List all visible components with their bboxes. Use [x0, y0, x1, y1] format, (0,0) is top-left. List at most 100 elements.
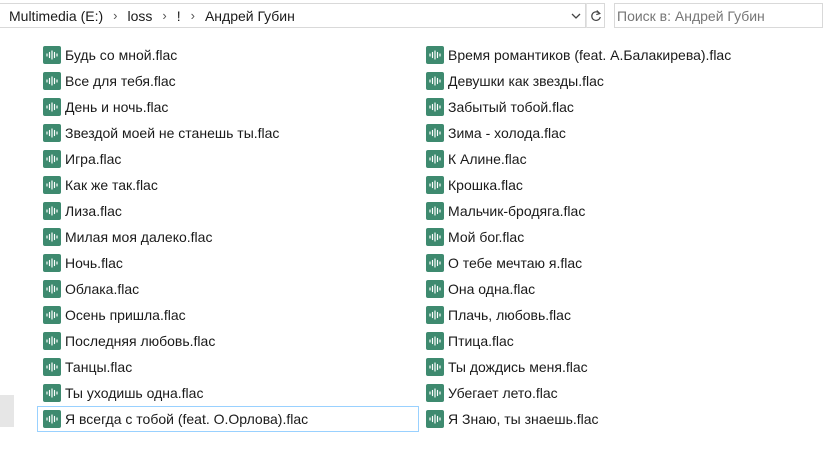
audio-file-icon: [43, 228, 61, 246]
breadcrumb-current-folder[interactable]: Андрей Губин: [201, 8, 299, 24]
file-item[interactable]: Она одна.flac: [420, 276, 820, 302]
audio-file-icon: [426, 332, 444, 350]
file-item[interactable]: Время романтиков (feat. А.Балакирева).fl…: [420, 42, 820, 68]
audio-file-icon: [426, 228, 444, 246]
audio-file-icon: [426, 254, 444, 272]
nav-scrollbar-thumb[interactable]: [0, 395, 14, 427]
file-item[interactable]: К Алине.flac: [420, 146, 820, 172]
file-name-label: Я всегда с тобой (feat. О.Орлова).flac: [65, 411, 309, 427]
file-name-label: День и ночь.flac: [65, 99, 169, 115]
search-box[interactable]: [614, 3, 823, 28]
file-name-label: Игра.flac: [65, 151, 122, 167]
audio-file-icon: [426, 98, 444, 116]
file-name-label: Осень пришла.flac: [65, 307, 186, 323]
breadcrumb-loss[interactable]: loss: [123, 8, 156, 24]
audio-file-icon: [426, 124, 444, 142]
file-name-label: Убегает лето.flac: [448, 385, 558, 401]
file-name-label: Лиза.flac: [65, 203, 122, 219]
file-item[interactable]: О тебе мечтаю я.flac: [420, 250, 820, 276]
top-bar: Multimedia (E:) › loss › ! › Андрей Губи…: [0, 0, 823, 33]
search-input[interactable]: [615, 7, 787, 24]
file-item[interactable]: Как же так.flac: [37, 172, 419, 198]
file-item[interactable]: Звездой моей не станешь ты.flac: [37, 120, 419, 146]
audio-file-icon: [43, 332, 61, 350]
audio-file-icon: [43, 384, 61, 402]
breadcrumb-drive[interactable]: Multimedia (E:): [0, 8, 107, 24]
file-item[interactable]: Будь со мной.flac: [37, 42, 419, 68]
file-name-label: Последняя любовь.flac: [65, 333, 216, 349]
audio-file-icon: [426, 384, 444, 402]
breadcrumb-exclamation[interactable]: !: [173, 8, 185, 24]
refresh-button[interactable]: [586, 3, 605, 28]
file-item[interactable]: Птица.flac: [420, 328, 820, 354]
file-name-label: Все для тебя.flac: [65, 73, 176, 89]
address-bar[interactable]: Multimedia (E:) › loss › ! › Андрей Губи…: [0, 3, 586, 28]
file-name-label: Птица.flac: [448, 333, 514, 349]
file-column-1: Будь со мной.flac Все для тебя.flac День и…: [37, 42, 419, 432]
file-item[interactable]: Мальчик-бродяга.flac: [420, 198, 820, 224]
file-item[interactable]: Ты дождись меня.flac: [420, 354, 820, 380]
file-item[interactable]: Плачь, любовь.flac: [420, 302, 820, 328]
file-name-label: Мой бог.flac: [448, 229, 525, 245]
breadcrumb-separator[interactable]: ›: [107, 8, 123, 23]
file-item[interactable]: Танцы.flac: [37, 354, 419, 380]
audio-file-icon: [426, 280, 444, 298]
address-dropdown-button[interactable]: [567, 4, 585, 27]
file-name-label: Ты дождись меня.flac: [448, 359, 588, 375]
audio-file-icon: [426, 410, 444, 428]
file-item[interactable]: Девушки как звезды.flac: [420, 68, 820, 94]
file-name-label: Она одна.flac: [448, 281, 536, 297]
file-item[interactable]: Я Знаю, ты знаешь.flac: [420, 406, 820, 432]
audio-file-icon: [43, 358, 61, 376]
refresh-icon: [590, 9, 601, 21]
file-item[interactable]: Мой бог.flac: [420, 224, 820, 250]
file-name-label: Облака.flac: [65, 281, 140, 297]
file-item[interactable]: Осень пришла.flac: [37, 302, 419, 328]
file-column-2: Время романтиков (feat. А.Балакирева).fl…: [420, 42, 820, 432]
file-name-label: Танцы.flac: [65, 359, 133, 375]
file-item[interactable]: Игра.flac: [37, 146, 419, 172]
audio-file-icon: [43, 98, 61, 116]
audio-file-icon: [426, 358, 444, 376]
audio-file-icon: [426, 150, 444, 168]
audio-file-icon: [43, 202, 61, 220]
audio-file-icon: [43, 72, 61, 90]
file-item[interactable]: Все для тебя.flac: [37, 68, 419, 94]
file-item[interactable]: Ночь.flac: [37, 250, 419, 276]
breadcrumb-separator[interactable]: ›: [156, 8, 172, 23]
file-item[interactable]: Последняя любовь.flac: [37, 328, 419, 354]
audio-file-icon: [43, 254, 61, 272]
file-name-label: Забытый тобой.flac: [448, 99, 574, 115]
audio-file-icon: [43, 410, 61, 428]
file-list: Будь со мной.flac Все для тебя.flac День и…: [37, 42, 823, 442]
file-item[interactable]: Я всегда с тобой (feat. О.Орлова).flac: [37, 406, 419, 432]
file-name-label: Ты уходишь одна.flac: [65, 385, 204, 401]
file-name-label: Будь со мной.flac: [65, 47, 178, 63]
file-item[interactable]: Крошка.flac: [420, 172, 820, 198]
file-name-label: Время романтиков (feat. А.Балакирева).fl…: [448, 47, 732, 63]
audio-file-icon: [426, 72, 444, 90]
audio-file-icon: [43, 306, 61, 324]
file-name-label: Я Знаю, ты знаешь.flac: [448, 411, 599, 427]
file-item[interactable]: Убегает лето.flac: [420, 380, 820, 406]
file-name-label: К Алине.flac: [448, 151, 527, 167]
file-item[interactable]: Зима - холода.flac: [420, 120, 820, 146]
file-name-label: Милая моя далеко.flac: [65, 229, 213, 245]
file-item[interactable]: Забытый тобой.flac: [420, 94, 820, 120]
audio-file-icon: [426, 46, 444, 64]
file-item[interactable]: День и ночь.flac: [37, 94, 419, 120]
file-item[interactable]: Ты уходишь одна.flac: [37, 380, 419, 406]
audio-file-icon: [43, 150, 61, 168]
audio-file-icon: [43, 176, 61, 194]
navigation-pane[interactable]: [0, 33, 16, 457]
file-name-label: Крошка.flac: [448, 177, 523, 193]
file-name-label: Мальчик-бродяга.flac: [448, 203, 586, 219]
file-item[interactable]: Милая моя далеко.flac: [37, 224, 419, 250]
breadcrumb-separator[interactable]: ›: [185, 8, 201, 23]
file-item[interactable]: Лиза.flac: [37, 198, 419, 224]
audio-file-icon: [426, 306, 444, 324]
file-name-label: Ночь.flac: [65, 255, 123, 271]
file-name-label: Зима - холода.flac: [448, 125, 566, 141]
file-item[interactable]: Облака.flac: [37, 276, 419, 302]
file-name-label: Как же так.flac: [65, 177, 158, 193]
